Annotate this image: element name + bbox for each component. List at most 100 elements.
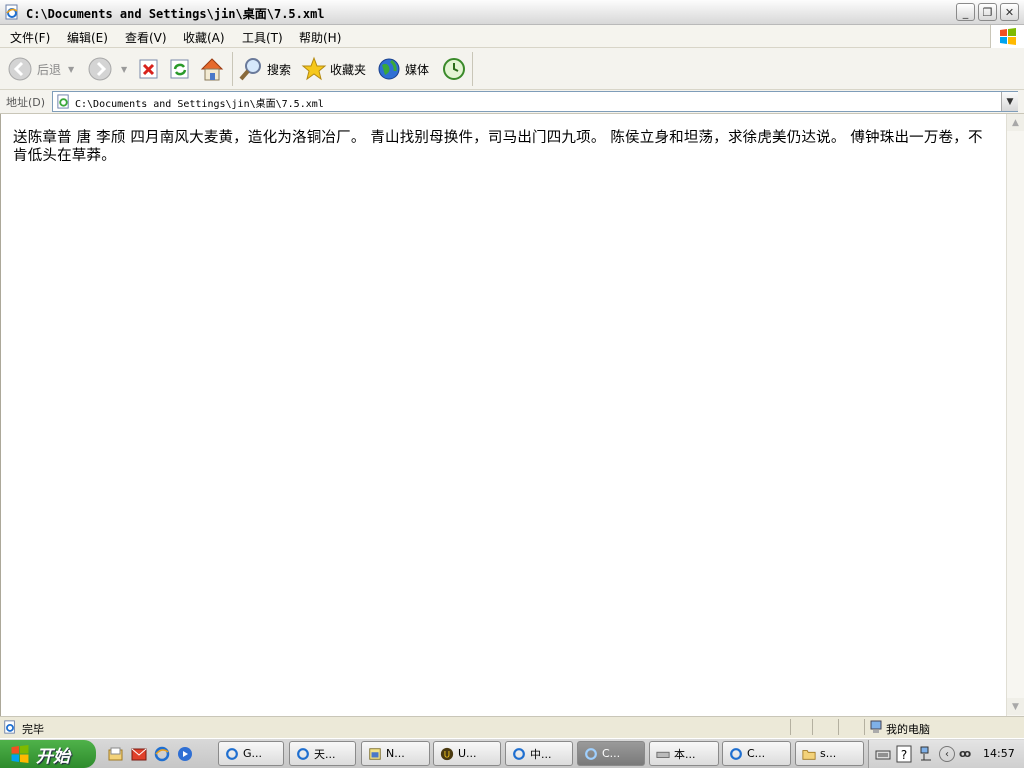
menu-help[interactable]: 帮助(H) (299, 29, 341, 46)
status-text: 完毕 (22, 723, 44, 736)
minimize-button[interactable]: _ (956, 3, 975, 21)
ie-task-icon (297, 747, 309, 760)
security-zone: 我的电脑 (886, 723, 930, 736)
media-label: 媒体 (405, 62, 430, 77)
back-button[interactable]: 后退 ▼ (8, 57, 74, 81)
ie-task-icon (513, 747, 525, 760)
refresh-icon[interactable] (169, 58, 191, 80)
outlook-icon[interactable] (131, 746, 147, 762)
back-dropdown-icon[interactable]: ▼ (68, 65, 74, 74)
media-button[interactable]: 媒体 (376, 56, 429, 82)
favorites-label: 收藏夹 (330, 62, 367, 77)
address-dropdown-icon[interactable]: ▼ (1001, 92, 1018, 111)
address-bar: 地址(D) C:\Documents and Settings\jin\桌面\7… (0, 90, 1024, 114)
favorites-button[interactable]: 收藏夹 (301, 56, 366, 82)
svg-text:?: ? (901, 748, 907, 762)
taskbar-item-label: 本... (674, 747, 696, 761)
show-hidden-icons-icon[interactable]: ‹ (939, 746, 955, 762)
status-bar: 完毕 我的电脑 (0, 716, 1024, 738)
back-label: 后退 (37, 62, 62, 77)
taskbar-item[interactable]: 天... (289, 741, 356, 766)
forward-button[interactable]: ▼ (88, 57, 127, 81)
taskbar-item[interactable]: U U... (433, 741, 501, 766)
taskbar-item-active[interactable]: C... (577, 741, 645, 766)
menu-file[interactable]: 文件(F) (10, 29, 50, 46)
back-arrow-icon (8, 57, 32, 81)
toolbar-separator (232, 52, 233, 86)
my-computer-icon (870, 720, 882, 733)
toolbar: 后退 ▼ ▼ 搜索 收藏夹 媒体 (0, 48, 1024, 90)
status-divider (838, 719, 839, 735)
menu-edit[interactable]: 编辑(E) (67, 29, 108, 46)
close-icon: ✕ (1004, 5, 1015, 19)
start-label: 开始 (36, 746, 70, 767)
restore-button[interactable]: ❐ (978, 3, 997, 21)
search-icon (239, 58, 261, 81)
forward-dropdown-icon[interactable]: ▼ (121, 65, 127, 74)
taskbar-item-label: G... (243, 747, 263, 760)
menu-view[interactable]: 查看(V) (125, 29, 167, 46)
taskbar-item-label: 天... (314, 747, 336, 761)
menu-tools[interactable]: 工具(T) (242, 29, 283, 46)
taskbar-item-label: C... (747, 747, 766, 760)
windows-flag-icon (1000, 28, 1016, 45)
taskbar-item[interactable]: s... (795, 741, 864, 766)
ie-document-icon (5, 4, 18, 20)
address-input[interactable]: C:\Documents and Settings\jin\桌面\7.5.xml (75, 95, 324, 110)
taskbar-item[interactable]: C... (722, 741, 791, 766)
document-view: 送陈章普 唐 李颀 四月南风大麦黄，造化为洛铜冶厂。 青山找别母换件，司马出门四… (0, 114, 1006, 716)
taskbar-item-label: s... (820, 747, 837, 760)
windows-flag-icon (11, 745, 29, 763)
title-bar[interactable]: C:\Documents and Settings\jin\桌面\7.5.xml… (0, 0, 1024, 25)
taskbar-item[interactable]: G... (218, 741, 284, 766)
menu-bar: 文件(F) 编辑(E) 查看(V) 收藏(A) 工具(T) 帮助(H) (0, 25, 1024, 48)
address-field[interactable]: C:\Documents and Settings\jin\桌面\7.5.xml… (52, 91, 1018, 112)
page-icon (57, 94, 69, 109)
show-desktop-icon[interactable] (108, 746, 124, 762)
media-player-icon[interactable] (177, 746, 193, 762)
disk-task-icon (656, 751, 670, 758)
clock[interactable]: 14:57 (983, 747, 1015, 760)
favorites-star-icon (301, 56, 327, 81)
taskbar-item-label: N... (386, 747, 405, 760)
document-text: 送陈章普 唐 李颀 四月南风大麦黄，造化为洛铜冶厂。 青山找别母换件，司马出门四… (13, 130, 983, 164)
ie-task-icon (730, 747, 742, 760)
scroll-up-icon[interactable]: ▲ (1007, 114, 1024, 131)
media-globe-icon (378, 58, 400, 80)
status-page-icon (4, 720, 15, 734)
forward-arrow-icon (88, 57, 112, 81)
ie-task-icon (226, 747, 238, 760)
history-icon[interactable] (441, 56, 467, 82)
folder-task-icon (802, 749, 816, 760)
home-icon[interactable] (199, 56, 225, 82)
address-label: 地址(D) (6, 96, 46, 109)
toolbar-separator (472, 52, 473, 86)
tray-glasses-icon[interactable]: ꝏ (959, 747, 971, 760)
minimize-icon: _ (962, 5, 969, 19)
taskbar-item[interactable]: N... (361, 741, 430, 766)
status-divider (790, 719, 791, 735)
taskbar-item[interactable]: 中... (505, 741, 573, 766)
scroll-down-icon[interactable]: ▼ (1007, 698, 1024, 715)
svg-text:U: U (444, 750, 450, 760)
help-icon[interactable]: ? (896, 745, 912, 763)
windows-logo (990, 25, 1024, 48)
ie-task-icon (585, 747, 597, 760)
vertical-scrollbar[interactable]: ▲ ▼ (1006, 114, 1024, 716)
menu-favorites[interactable]: 收藏(A) (183, 29, 225, 46)
keyboard-icon[interactable] (875, 746, 891, 762)
status-divider (812, 719, 813, 735)
notepad-task-icon (369, 747, 381, 760)
restore-icon: ❐ (982, 5, 993, 19)
close-button[interactable]: ✕ (1000, 3, 1019, 21)
taskbar-item-label: 中... (530, 747, 552, 761)
stop-icon[interactable] (138, 58, 160, 80)
network-icon[interactable] (919, 745, 933, 763)
taskbar-item[interactable]: 本... (649, 741, 719, 766)
window-title: C:\Documents and Settings\jin\桌面\7.5.xml (26, 7, 325, 21)
ie-quicklaunch-icon[interactable] (154, 746, 170, 762)
start-button[interactable]: 开始 (0, 740, 96, 768)
taskbar-item-label: U... (458, 747, 477, 760)
search-button[interactable]: 搜索 (238, 56, 291, 82)
app-u-task-icon: U (440, 747, 454, 760)
